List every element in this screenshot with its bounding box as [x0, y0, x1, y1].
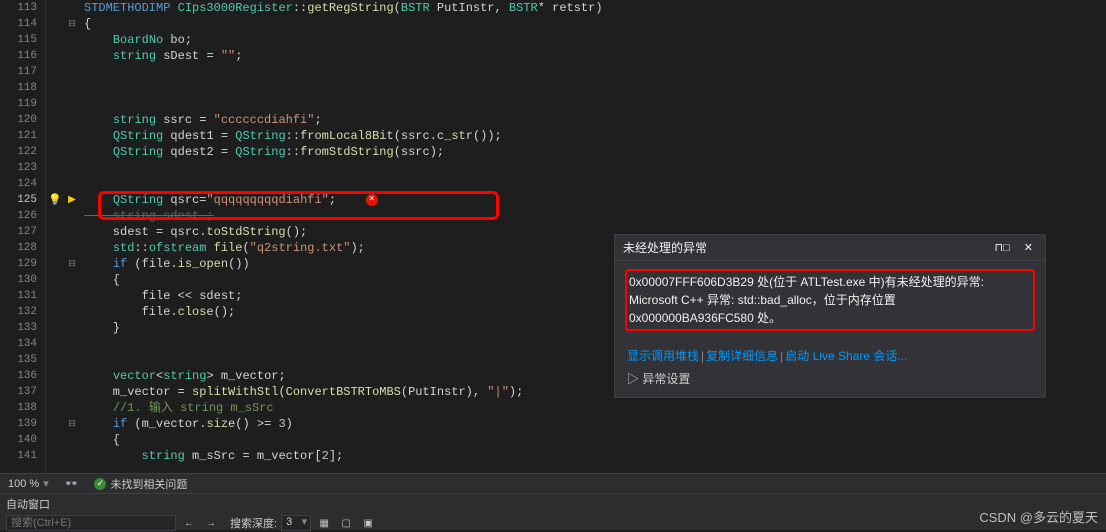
line-num: 130 — [0, 272, 45, 288]
annotation-box: 0x00007FFF606D3B29 处(位于 ATLTest.exe 中)有未… — [625, 269, 1035, 331]
line-num: 139 — [0, 416, 45, 432]
line-num: 124 — [0, 176, 45, 192]
line-num: 125 — [0, 192, 45, 208]
liveshare-link[interactable]: 启动 Live Share 会话... — [785, 349, 907, 363]
search-depth-select[interactable]: 3 — [281, 515, 311, 531]
line-num: 136 — [0, 368, 45, 384]
error-breakpoint-icon[interactable]: ✕ — [366, 194, 378, 206]
line-num: 128 — [0, 240, 45, 256]
exception-settings-toggle[interactable]: ▷ 异常设置 — [627, 370, 1033, 387]
toolbar-icon[interactable]: ▦ — [315, 515, 333, 531]
autos-window: 自动窗口 ← → 搜索深度: 3 ▦ ▢ ▣ — [0, 493, 1106, 530]
fold-margin: ⊟ ▶ ⊟ ⊟ — [64, 0, 80, 473]
search-input[interactable] — [6, 515, 176, 531]
line-num: 116 — [0, 48, 45, 64]
line-num: 140 — [0, 432, 45, 448]
search-depth-label: 搜索深度: — [230, 515, 277, 531]
no-issues-status[interactable]: ✓未找到相关问题 — [86, 476, 195, 492]
line-num: 113 — [0, 0, 45, 16]
fold-toggle-icon[interactable]: ⊟ — [64, 16, 80, 32]
search-next-icon[interactable]: → — [202, 515, 220, 531]
line-num: 137 — [0, 384, 45, 400]
dialog-title: 未经处理的异常 — [623, 239, 707, 256]
line-num: 119 — [0, 96, 45, 112]
line-num: 135 — [0, 352, 45, 368]
line-num: 115 — [0, 32, 45, 48]
exception-text: 0x00007FFF606D3B29 处(位于 ATLTest.exe 中)有未… — [629, 273, 1031, 291]
line-num: 121 — [0, 128, 45, 144]
exception-text: 0x000000BA936FC580 处。 — [629, 309, 1031, 327]
line-num: 126 — [0, 208, 45, 224]
autos-window-title[interactable]: 自动窗口 — [0, 494, 1106, 514]
line-num: 133 — [0, 320, 45, 336]
pin-icon[interactable]: ⊓□ — [991, 241, 1014, 254]
line-num: 138 — [0, 400, 45, 416]
glyph-margin: 💡 — [46, 0, 64, 473]
close-icon[interactable]: ✕ — [1020, 241, 1037, 254]
lightbulb-icon[interactable]: 💡 — [48, 193, 62, 207]
exception-text: Microsoft C++ 异常: std::bad_alloc，位于内存位置 — [629, 291, 1031, 309]
show-callstack-link[interactable]: 显示调用堆栈 — [627, 349, 699, 363]
fold-toggle-icon[interactable]: ⊟ — [64, 256, 80, 272]
line-num: 114 — [0, 16, 45, 32]
line-num: 129 — [0, 256, 45, 272]
line-num: 132 — [0, 304, 45, 320]
toolbar-icon[interactable]: ▢ — [337, 515, 355, 531]
glasses-icon[interactable]: 👓 — [57, 477, 87, 490]
status-bar: 100 % ▾ 👓 ✓未找到相关问题 — [0, 473, 1106, 493]
line-num: 122 — [0, 144, 45, 160]
copy-details-link[interactable]: 复制详细信息 — [706, 349, 778, 363]
toolbar-icon[interactable]: ▣ — [359, 515, 377, 531]
current-line-arrow-icon: ▶ — [68, 194, 76, 206]
line-num: 123 — [0, 160, 45, 176]
watermark: CSDN @多云的夏天 — [979, 507, 1098, 526]
line-num: 117 — [0, 64, 45, 80]
fold-toggle-icon[interactable]: ⊟ — [64, 416, 80, 432]
line-num: 127 — [0, 224, 45, 240]
zoom-level[interactable]: 100 % ▾ — [0, 477, 57, 490]
line-gutter: 113 114 115 116 117 118 119 120 121 122 … — [0, 0, 46, 473]
line-num: 131 — [0, 288, 45, 304]
line-num: 118 — [0, 80, 45, 96]
search-prev-icon[interactable]: ← — [180, 515, 198, 531]
line-num: 141 — [0, 448, 45, 464]
unhandled-exception-dialog: 未经处理的异常 ⊓□ ✕ 0x00007FFF606D3B29 处(位于 ATL… — [614, 234, 1046, 398]
line-num: 134 — [0, 336, 45, 352]
line-num: 120 — [0, 112, 45, 128]
